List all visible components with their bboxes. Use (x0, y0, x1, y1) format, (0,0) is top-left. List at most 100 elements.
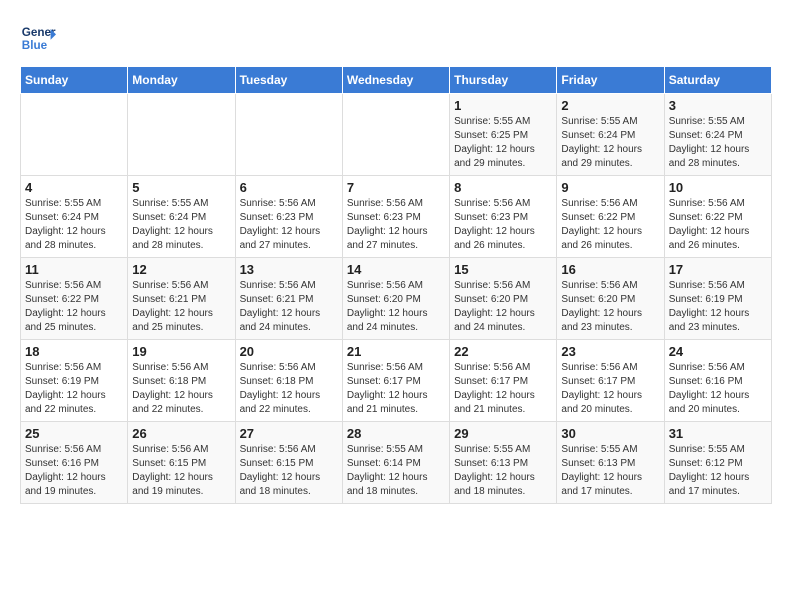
day-number: 3 (669, 98, 767, 113)
calendar-cell: 30Sunrise: 5:55 AM Sunset: 6:13 PM Dayli… (557, 422, 664, 504)
calendar-cell: 2 Sunrise: 5:55 AM Sunset: 6:24 PM Daylig… (557, 94, 664, 176)
day-info: Sunrise: 5:55 AM Sunset: 6:24 PM Dayligh… (25, 197, 123, 253)
day-number: 14 (347, 262, 445, 277)
day-number: 16 (561, 262, 659, 277)
day-info: Sunrise: 5:56 AM Sunset: 6:17 PM Dayligh… (561, 361, 659, 417)
day-info: Sunrise: 5:56 AM Sunset: 6:22 PM Dayligh… (25, 279, 123, 335)
calendar-cell: 13 Sunrise: 5:56 AM Sunset: 6:21 PM Dayli… (235, 258, 342, 340)
calendar-cell (342, 94, 449, 176)
day-number: 13 (240, 262, 338, 277)
day-number: 28 (347, 426, 445, 441)
weekday-header-monday: Monday (128, 67, 235, 94)
day-number: 25 (25, 426, 123, 441)
weekday-header-tuesday: Tuesday (235, 67, 342, 94)
calendar-cell: 6 Sunrise: 5:56 AM Sunset: 6:23 PM Daylig… (235, 176, 342, 258)
day-number: 7 (347, 180, 445, 195)
day-info: Sunrise: 5:56 AM Sunset: 6:23 PM Dayligh… (240, 197, 338, 253)
weekday-header-friday: Friday (557, 67, 664, 94)
day-number: 23 (561, 344, 659, 359)
day-number: 6 (240, 180, 338, 195)
day-number: 11 (25, 262, 123, 277)
calendar-cell: 22 Sunrise: 5:56 AM Sunset: 6:17 PM Dayli… (450, 340, 557, 422)
day-number: 15 (454, 262, 552, 277)
calendar-cell: 4Sunrise: 5:55 AM Sunset: 6:24 PM Daylig… (21, 176, 128, 258)
svg-text:Blue: Blue (22, 39, 48, 52)
calendar-table: SundayMondayTuesdayWednesdayThursdayFrid… (20, 66, 772, 504)
day-info: Sunrise: 5:56 AM Sunset: 6:20 PM Dayligh… (454, 279, 552, 335)
calendar-cell: 31 Sunrise: 5:55 AM Sunset: 6:12 PM Dayli… (664, 422, 771, 504)
day-info: Sunrise: 5:56 AM Sunset: 6:19 PM Dayligh… (669, 279, 767, 335)
weekday-header-row: SundayMondayTuesdayWednesdayThursdayFrid… (21, 67, 772, 94)
page-header: General Blue (20, 20, 772, 56)
calendar-cell: 19 Sunrise: 5:56 AM Sunset: 6:18 PM Dayli… (128, 340, 235, 422)
day-info: Sunrise: 5:56 AM Sunset: 6:18 PM Dayligh… (132, 361, 230, 417)
day-info: Sunrise: 5:56 AM Sunset: 6:17 PM Dayligh… (454, 361, 552, 417)
day-info: Sunrise: 5:56 AM Sunset: 6:22 PM Dayligh… (669, 197, 767, 253)
calendar-cell: 24Sunrise: 5:56 AM Sunset: 6:16 PM Dayli… (664, 340, 771, 422)
day-number: 12 (132, 262, 230, 277)
calendar-cell: 23 Sunrise: 5:56 AM Sunset: 6:17 PM Dayli… (557, 340, 664, 422)
day-info: Sunrise: 5:55 AM Sunset: 6:14 PM Dayligh… (347, 443, 445, 499)
calendar-cell: 18Sunrise: 5:56 AM Sunset: 6:19 PM Dayli… (21, 340, 128, 422)
day-info: Sunrise: 5:56 AM Sunset: 6:18 PM Dayligh… (240, 361, 338, 417)
calendar-week-row: 18Sunrise: 5:56 AM Sunset: 6:19 PM Dayli… (21, 340, 772, 422)
day-info: Sunrise: 5:56 AM Sunset: 6:22 PM Dayligh… (561, 197, 659, 253)
calendar-cell: 7 Sunrise: 5:56 AM Sunset: 6:23 PM Daylig… (342, 176, 449, 258)
day-number: 1 (454, 98, 552, 113)
day-number: 9 (561, 180, 659, 195)
calendar-cell: 21Sunrise: 5:56 AM Sunset: 6:17 PM Dayli… (342, 340, 449, 422)
day-info: Sunrise: 5:56 AM Sunset: 6:23 PM Dayligh… (347, 197, 445, 253)
weekday-header-thursday: Thursday (450, 67, 557, 94)
weekday-header-saturday: Saturday (664, 67, 771, 94)
calendar-header: SundayMondayTuesdayWednesdayThursdayFrid… (21, 67, 772, 94)
day-info: Sunrise: 5:56 AM Sunset: 6:21 PM Dayligh… (132, 279, 230, 335)
day-info: Sunrise: 5:55 AM Sunset: 6:12 PM Dayligh… (669, 443, 767, 499)
day-number: 29 (454, 426, 552, 441)
day-info: Sunrise: 5:55 AM Sunset: 6:25 PM Dayligh… (454, 115, 552, 171)
day-info: Sunrise: 5:56 AM Sunset: 6:21 PM Dayligh… (240, 279, 338, 335)
day-info: Sunrise: 5:56 AM Sunset: 6:15 PM Dayligh… (132, 443, 230, 499)
day-number: 27 (240, 426, 338, 441)
calendar-cell: 5Sunrise: 5:55 AM Sunset: 6:24 PM Daylig… (128, 176, 235, 258)
calendar-cell: 26 Sunrise: 5:56 AM Sunset: 6:15 PM Dayli… (128, 422, 235, 504)
day-info: Sunrise: 5:56 AM Sunset: 6:16 PM Dayligh… (25, 443, 123, 499)
weekday-header-sunday: Sunday (21, 67, 128, 94)
day-info: Sunrise: 5:56 AM Sunset: 6:23 PM Dayligh… (454, 197, 552, 253)
day-number: 19 (132, 344, 230, 359)
day-number: 22 (454, 344, 552, 359)
calendar-cell: 3 Sunrise: 5:55 AM Sunset: 6:24 PM Daylig… (664, 94, 771, 176)
calendar-cell: 8Sunrise: 5:56 AM Sunset: 6:23 PM Daylig… (450, 176, 557, 258)
day-number: 24 (669, 344, 767, 359)
day-number: 21 (347, 344, 445, 359)
day-number: 20 (240, 344, 338, 359)
calendar-cell: 9 Sunrise: 5:56 AM Sunset: 6:22 PM Daylig… (557, 176, 664, 258)
day-info: Sunrise: 5:55 AM Sunset: 6:13 PM Dayligh… (454, 443, 552, 499)
day-info: Sunrise: 5:55 AM Sunset: 6:24 PM Dayligh… (669, 115, 767, 171)
logo: General Blue (20, 20, 56, 56)
calendar-cell (235, 94, 342, 176)
day-number: 17 (669, 262, 767, 277)
day-number: 30 (561, 426, 659, 441)
calendar-week-row: 4Sunrise: 5:55 AM Sunset: 6:24 PM Daylig… (21, 176, 772, 258)
day-info: Sunrise: 5:55 AM Sunset: 6:24 PM Dayligh… (561, 115, 659, 171)
day-number: 26 (132, 426, 230, 441)
calendar-cell: 15 Sunrise: 5:56 AM Sunset: 6:20 PM Dayli… (450, 258, 557, 340)
day-number: 31 (669, 426, 767, 441)
weekday-header-wednesday: Wednesday (342, 67, 449, 94)
day-number: 10 (669, 180, 767, 195)
day-info: Sunrise: 5:56 AM Sunset: 6:20 PM Dayligh… (347, 279, 445, 335)
calendar-week-row: 1 Sunrise: 5:55 AM Sunset: 6:25 PM Daylig… (21, 94, 772, 176)
calendar-cell: 17 Sunrise: 5:56 AM Sunset: 6:19 PM Dayli… (664, 258, 771, 340)
calendar-cell: 25 Sunrise: 5:56 AM Sunset: 6:16 PM Dayli… (21, 422, 128, 504)
calendar-cell: 14 Sunrise: 5:56 AM Sunset: 6:20 PM Dayli… (342, 258, 449, 340)
calendar-cell: 12 Sunrise: 5:56 AM Sunset: 6:21 PM Dayli… (128, 258, 235, 340)
day-number: 2 (561, 98, 659, 113)
calendar-cell: 20 Sunrise: 5:56 AM Sunset: 6:18 PM Dayli… (235, 340, 342, 422)
calendar-cell: 28 Sunrise: 5:55 AM Sunset: 6:14 PM Dayli… (342, 422, 449, 504)
calendar-cell (21, 94, 128, 176)
calendar-cell: 16Sunrise: 5:56 AM Sunset: 6:20 PM Dayli… (557, 258, 664, 340)
calendar-cell: 29 Sunrise: 5:55 AM Sunset: 6:13 PM Dayli… (450, 422, 557, 504)
calendar-body: 1 Sunrise: 5:55 AM Sunset: 6:25 PM Daylig… (21, 94, 772, 504)
day-number: 18 (25, 344, 123, 359)
day-info: Sunrise: 5:55 AM Sunset: 6:24 PM Dayligh… (132, 197, 230, 253)
